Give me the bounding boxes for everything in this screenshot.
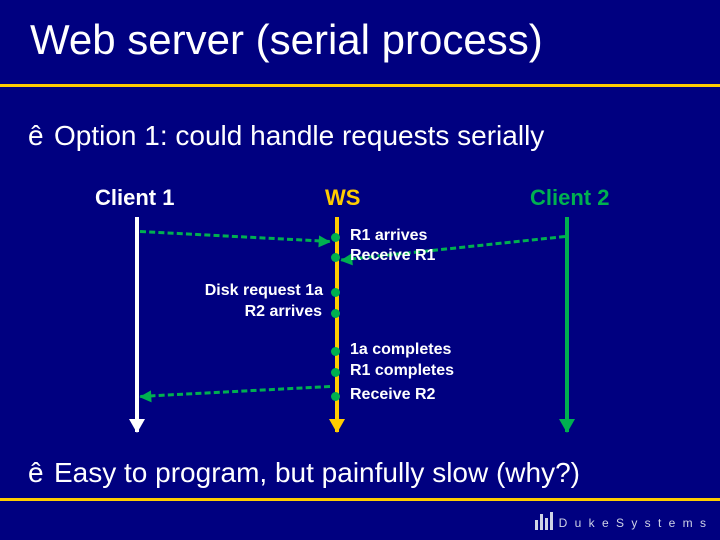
- dot-r2-arrives: [331, 309, 340, 318]
- bullet-marker: ê: [28, 455, 54, 490]
- dot-r1-arrives: [331, 233, 340, 242]
- title-divider: [0, 84, 720, 87]
- event-r1-completes: R1 completes: [350, 362, 454, 380]
- timeline-arrow-client1: [135, 217, 139, 432]
- slide-title: Web server (serial process): [30, 16, 543, 64]
- bullet-easy: êEasy to program, but painfully slow (wh…: [28, 455, 580, 490]
- timeline-arrow-client2: [565, 217, 569, 432]
- label-ws: WS: [325, 185, 360, 211]
- footer-divider: [0, 498, 720, 501]
- event-receive-r2: Receive R2: [350, 386, 435, 404]
- timeline-diagram: Client 1 WS Client 2 R1 arrives Receive …: [40, 185, 680, 445]
- event-r1-arrives: R1 arrives: [350, 227, 427, 245]
- logo-bars-icon: [535, 512, 553, 530]
- bullet-text: Easy to program, but painfully slow (why…: [54, 457, 580, 488]
- bullet-text: Option 1: could handle requests serially: [54, 120, 544, 151]
- event-1a-completes: 1a completes: [350, 341, 451, 359]
- event-disk-request-1a: Disk request 1a: [188, 282, 323, 300]
- dot-receive-r1: [331, 253, 340, 262]
- slide: Web server (serial process) êOption 1: c…: [0, 0, 720, 540]
- bullet-option1: êOption 1: could handle requests seriall…: [28, 120, 544, 152]
- event-r2-arrives: R2 arrives: [240, 303, 322, 321]
- event-receive-r1: Receive R1: [350, 247, 435, 265]
- arrow-c1-to-ws-r1: [140, 230, 330, 243]
- label-client2: Client 2: [530, 185, 609, 211]
- bullet-marker: ê: [28, 120, 54, 152]
- footer-logo: D u k e S y s t e m s: [535, 512, 708, 530]
- dot-disk-request: [331, 288, 340, 297]
- dot-receive-r2: [331, 392, 340, 401]
- arrow-ws-to-c1-r1complete: [140, 385, 330, 398]
- dot-1a-completes: [331, 347, 340, 356]
- label-client1: Client 1: [95, 185, 174, 211]
- logo-text: D u k e S y s t e m s: [559, 516, 708, 530]
- dot-r1-completes: [331, 368, 340, 377]
